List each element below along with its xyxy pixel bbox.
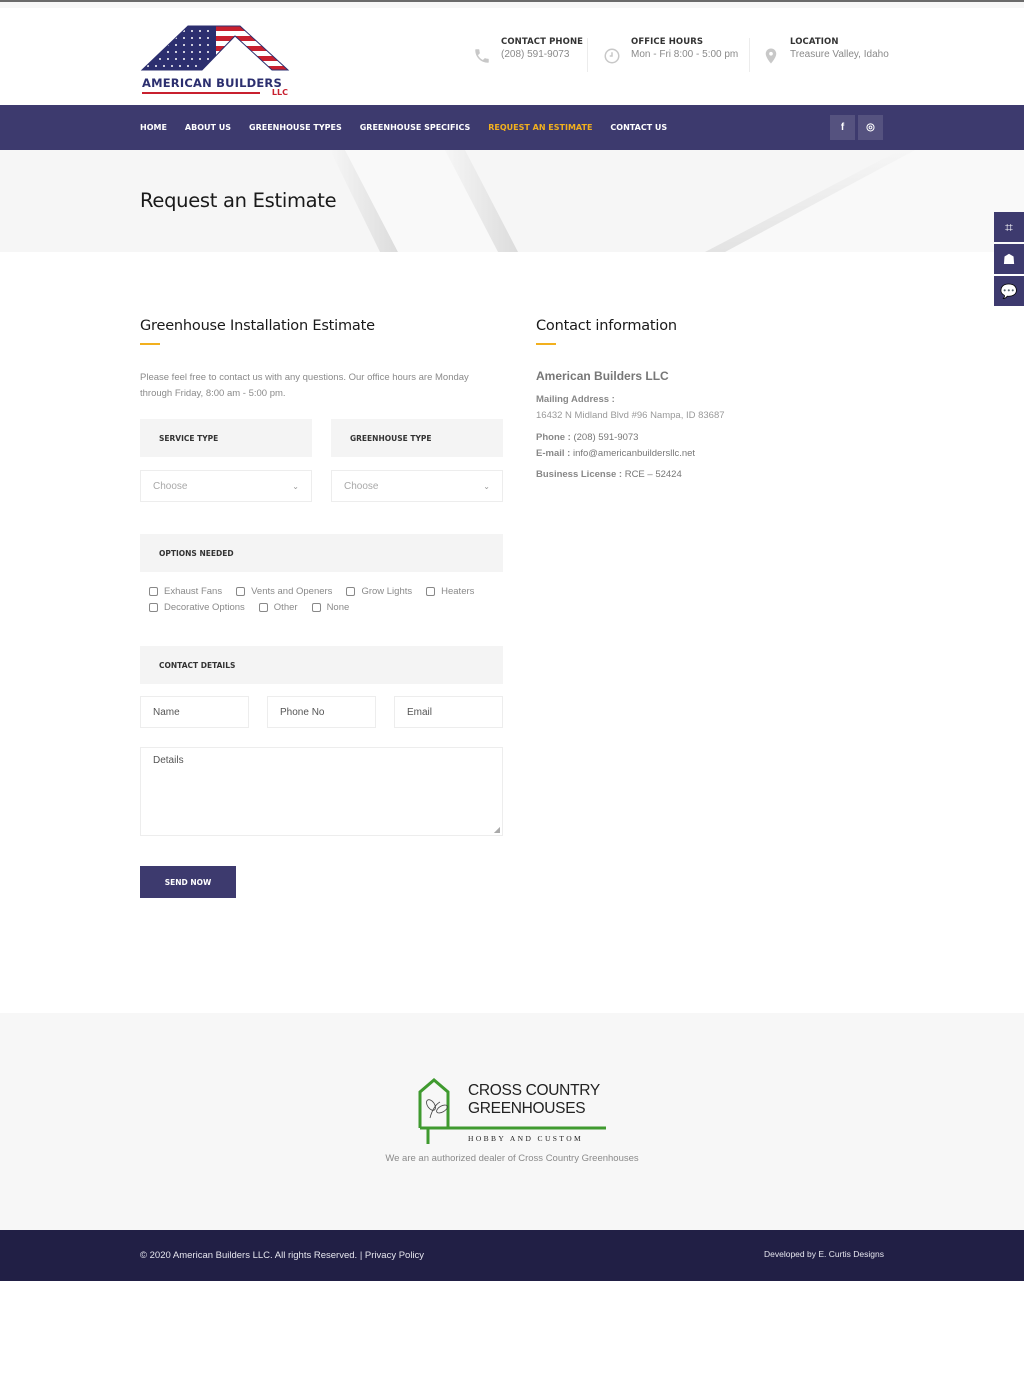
form-intro-text: Please feel free to contact us with any …: [140, 372, 469, 399]
partner-name-line2: GREENHOUSES: [468, 1100, 586, 1117]
greenhouse-type-value: Choose: [344, 480, 379, 492]
contact-phone-info: CONTACT PHONE (208) 591-9073: [473, 36, 583, 65]
footer-separator: |: [359, 1250, 363, 1261]
nav-contact-us[interactable]: CONTACT US: [610, 123, 667, 132]
footer-partner-section: CROSS COUNTRY GREENHOUSES HOBBY AND CUST…: [0, 1013, 1024, 1230]
facebook-icon: f: [840, 122, 845, 133]
crop-icon: ⌗: [1005, 218, 1013, 235]
option-exhaust-fans[interactable]: Exhaust Fans: [149, 586, 222, 597]
cross-country-greenhouses-logo[interactable]: CROSS COUNTRY GREENHOUSES HOBBY AND CUST…: [418, 1078, 608, 1146]
top-strip: [0, 0, 1024, 8]
partner-tagline: HOBBY AND CUSTOM: [468, 1134, 584, 1143]
mailing-address-value: 16432 N Midland Blvd #96 Nampa, ID 83687: [536, 410, 725, 421]
facebook-button[interactable]: f: [830, 115, 855, 140]
contact-phone-label: CONTACT PHONE: [501, 37, 584, 47]
details-placeholder: Details: [153, 755, 184, 766]
nav-home[interactable]: HOME: [140, 123, 167, 132]
option-none[interactable]: None: [311, 602, 349, 613]
office-hours-info: OFFICE HOURS Mon - Fri 8:00 - 5:00 pm: [603, 36, 738, 65]
service-type-select[interactable]: Choose ⌄: [140, 470, 312, 502]
business-license-value: RCE – 52424: [624, 469, 682, 480]
checkbox[interactable]: [346, 586, 356, 596]
details-textarea[interactable]: Details ◢: [140, 747, 503, 836]
clock-icon: [604, 48, 620, 64]
title-underline: [536, 343, 556, 345]
resize-handle-icon[interactable]: ◢: [494, 825, 500, 834]
logo-underline: [142, 92, 260, 94]
main-navigation: HOME ABOUT US GREENHOUSE TYPES GREENHOUS…: [0, 105, 1024, 150]
copyright-notice: © 2020 American Builders LLC. All rights…: [140, 1250, 424, 1261]
nav-greenhouse-specifics[interactable]: GREENHOUSE SPECIFICS: [360, 123, 471, 132]
phone-icon: [475, 49, 489, 63]
location-value: Treasure Valley, Idaho: [790, 49, 889, 60]
privacy-policy-link[interactable]: Privacy Policy: [365, 1250, 424, 1261]
chevron-down-icon: ⌄: [483, 481, 490, 491]
location-label: LOCATION: [790, 37, 839, 47]
site-header: AMERICAN BUILDERS LLC CONTACT PHONE (208…: [0, 8, 1024, 105]
office-hours-value: Mon - Fri 8:00 - 5:00 pm: [631, 49, 739, 60]
email-label: E-mail :: [536, 448, 571, 459]
options-checkbox-group: Exhaust Fans Vents and Openers Grow Ligh…: [140, 583, 503, 615]
nav-about-us[interactable]: ABOUT US: [185, 123, 231, 132]
form-title: Greenhouse Installation Estimate: [140, 318, 375, 334]
option-heaters[interactable]: Heaters: [426, 586, 474, 597]
info-divider: [587, 38, 588, 72]
title-underline: [140, 343, 160, 345]
options-needed-label: OPTIONS NEEDED: [140, 534, 503, 572]
map-pin-icon: [765, 48, 777, 64]
instagram-button[interactable]: ◎: [858, 115, 883, 140]
logo-brand-text: AMERICAN BUILDERS: [142, 76, 282, 90]
contact-info-title: Contact information: [536, 318, 677, 334]
contact-details-label: CONTACT DETAILS: [140, 646, 503, 684]
location-info: LOCATION Treasure Valley, Idaho: [762, 36, 889, 65]
office-hours-label: OFFICE HOURS: [631, 37, 704, 47]
service-type-value: Choose: [153, 480, 188, 492]
phone-input[interactable]: Phone No: [267, 696, 376, 728]
option-vents-and-openers[interactable]: Vents and Openers: [236, 586, 332, 597]
business-license-label: Business License :: [536, 469, 623, 480]
estimate-form: Greenhouse Installation Estimate Please …: [140, 318, 503, 898]
chevron-down-icon: ⌄: [292, 481, 299, 491]
checkbox[interactable]: [311, 602, 321, 612]
option-other[interactable]: Other: [258, 602, 298, 613]
copyright-text: © 2020 American Builders LLC. All rights…: [140, 1250, 358, 1261]
checkbox[interactable]: [258, 602, 268, 612]
company-name: American Builders LLC: [536, 369, 669, 383]
send-now-button[interactable]: SEND NOW: [140, 866, 236, 898]
logo-llc-text: LLC: [271, 88, 288, 97]
mailing-address-label: Mailing Address :: [536, 394, 615, 405]
nav-request-an-estimate[interactable]: REQUEST AN ESTIMATE: [488, 123, 592, 132]
checkbox[interactable]: [426, 586, 436, 596]
email-value[interactable]: info@americanbuildersllc.net: [573, 448, 695, 459]
name-input[interactable]: Name: [140, 696, 249, 728]
checkbox[interactable]: [149, 586, 158, 596]
email-input[interactable]: Email: [394, 696, 503, 728]
american-builders-logo[interactable]: AMERICAN BUILDERS LLC: [140, 24, 290, 98]
roof-flag-icon: [140, 25, 290, 71]
checkbox[interactable]: [149, 602, 158, 612]
page-banner: Request an Estimate: [0, 150, 1024, 252]
authorized-dealer-text: We are an authorized dealer of Cross Cou…: [385, 1153, 639, 1164]
partner-name-line1: CROSS COUNTRY: [468, 1082, 600, 1099]
greenhouse-type-label: GREENHOUSE TYPE: [331, 419, 503, 457]
phone-value[interactable]: (208) 591-9073: [573, 432, 638, 443]
greenhouse-type-select[interactable]: Choose ⌄: [331, 470, 503, 502]
side-tab-crop[interactable]: ⌗: [994, 212, 1024, 242]
developer-credit[interactable]: Developed by E. Curtis Designs: [764, 1249, 884, 1259]
contact-information: Contact information American Builders LL…: [536, 318, 876, 483]
service-type-label: SERVICE TYPE: [140, 419, 312, 457]
footer-bottom-bar: © 2020 American Builders LLC. All rights…: [0, 1230, 1024, 1281]
contact-phone-value: (208) 591-9073: [501, 49, 570, 60]
instagram-icon: ◎: [866, 122, 875, 133]
main-content: Greenhouse Installation Estimate Please …: [0, 252, 1024, 1013]
option-decorative-options[interactable]: Decorative Options: [149, 602, 245, 613]
info-divider: [749, 38, 750, 72]
phone-label: Phone :: [536, 432, 571, 443]
page-title: Request an Estimate: [140, 189, 337, 212]
checkbox[interactable]: [236, 586, 246, 596]
option-grow-lights[interactable]: Grow Lights: [346, 586, 412, 597]
nav-greenhouse-types[interactable]: GREENHOUSE TYPES: [249, 123, 342, 132]
